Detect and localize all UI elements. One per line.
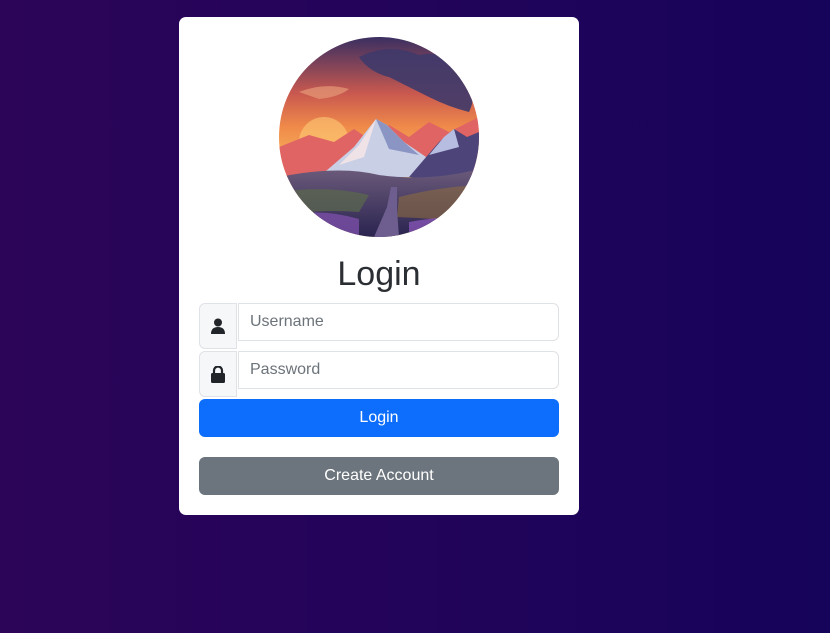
avatar-image bbox=[279, 37, 479, 237]
login-button[interactable]: Login bbox=[199, 399, 559, 437]
password-input[interactable] bbox=[238, 351, 559, 389]
login-title: Login bbox=[337, 255, 421, 293]
username-input-group bbox=[199, 303, 559, 349]
password-input-group bbox=[199, 351, 559, 397]
login-card: Login Login Create Account bbox=[179, 17, 579, 515]
create-account-button[interactable]: Create Account bbox=[199, 457, 559, 495]
user-icon bbox=[199, 303, 237, 349]
username-input[interactable] bbox=[238, 303, 559, 341]
lock-icon bbox=[199, 351, 237, 397]
